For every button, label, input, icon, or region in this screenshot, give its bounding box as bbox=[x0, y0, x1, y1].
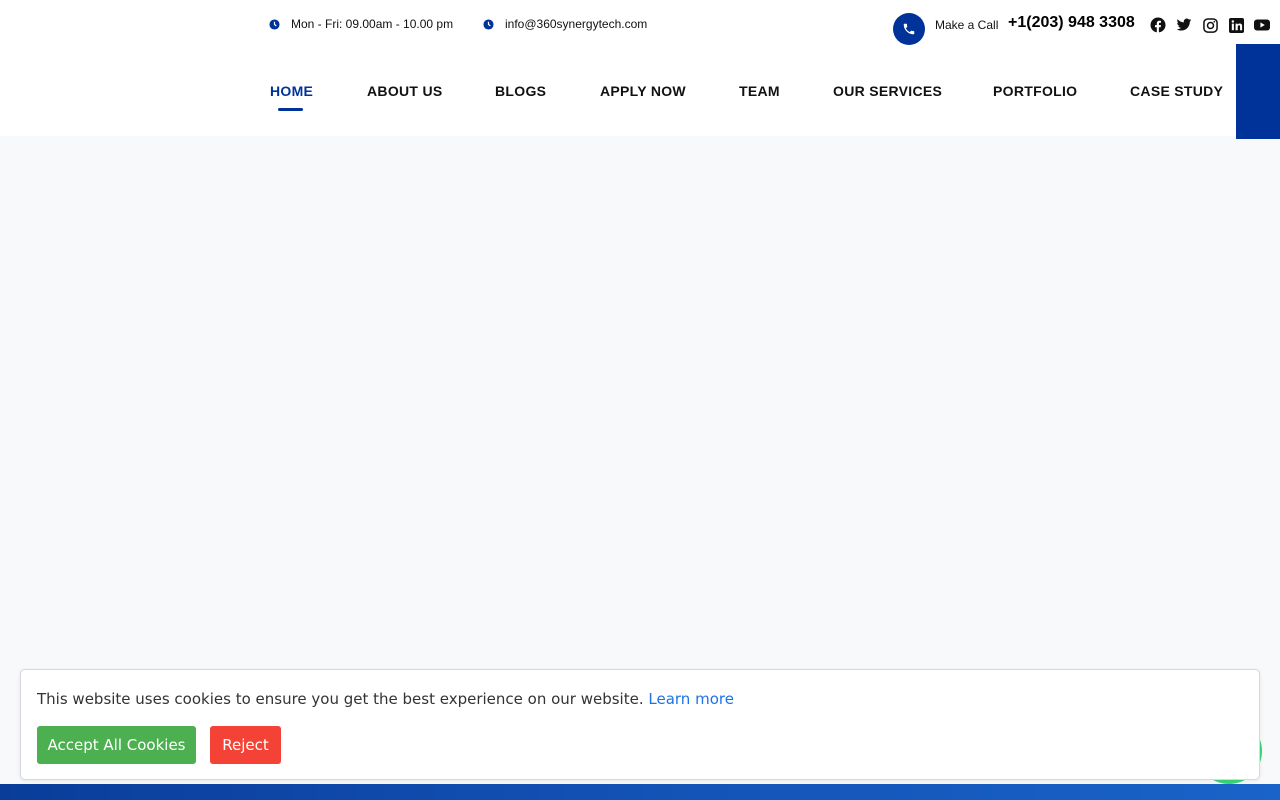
clock-icon bbox=[269, 18, 280, 30]
cookie-banner: This website uses cookies to ensure you … bbox=[20, 669, 1260, 780]
site-header: Mon - Fri: 09.00am - 10.00 pm info@360sy… bbox=[0, 0, 1280, 136]
accept-cookies-button[interactable]: Accept All Cookies bbox=[37, 726, 196, 764]
business-hours: Mon - Fri: 09.00am - 10.00 pm bbox=[269, 17, 453, 31]
nav-about-us[interactable]: ABOUT US bbox=[367, 83, 443, 99]
cookie-message-text: This website uses cookies to ensure you … bbox=[37, 690, 644, 708]
nav-blogs[interactable]: BLOGS bbox=[495, 83, 546, 99]
main-navigation: HOME ABOUT US BLOGS APPLY NOW TEAM OUR S… bbox=[0, 48, 1280, 136]
make-call-label: Make a Call bbox=[935, 18, 999, 32]
nav-home[interactable]: HOME bbox=[270, 83, 313, 99]
business-hours-text: Mon - Fri: 09.00am - 10.00 pm bbox=[291, 17, 454, 31]
phone-number[interactable]: +1(203) 948 3308 bbox=[1008, 14, 1135, 32]
clock-icon bbox=[483, 18, 494, 30]
cookie-message: This website uses cookies to ensure you … bbox=[37, 690, 734, 708]
nav-portfolio[interactable]: PORTFOLIO bbox=[993, 83, 1077, 99]
nav-apply-now[interactable]: APPLY NOW bbox=[600, 83, 686, 99]
reject-cookies-button[interactable]: Reject bbox=[210, 726, 281, 764]
youtube-icon[interactable] bbox=[1253, 16, 1271, 34]
active-nav-indicator bbox=[278, 108, 303, 111]
footer-strip bbox=[0, 784, 1280, 800]
social-links bbox=[1149, 16, 1279, 34]
nav-cta-button[interactable] bbox=[1236, 44, 1280, 139]
nav-our-services[interactable]: OUR SERVICES bbox=[833, 83, 942, 99]
contact-email[interactable]: info@360synergytech.com bbox=[483, 17, 647, 31]
top-bar: Mon - Fri: 09.00am - 10.00 pm info@360sy… bbox=[0, 0, 1280, 48]
instagram-icon[interactable] bbox=[1201, 16, 1219, 34]
contact-email-text[interactable]: info@360synergytech.com bbox=[505, 17, 647, 31]
phone-glyph bbox=[903, 23, 915, 35]
phone-icon[interactable] bbox=[893, 13, 925, 45]
nav-case-study[interactable]: CASE STUDY bbox=[1130, 83, 1223, 99]
learn-more-link[interactable]: Learn more bbox=[648, 690, 734, 708]
nav-team[interactable]: TEAM bbox=[739, 83, 780, 99]
twitter-icon[interactable] bbox=[1175, 16, 1193, 34]
facebook-icon[interactable] bbox=[1149, 16, 1167, 34]
linkedin-icon[interactable] bbox=[1227, 16, 1245, 34]
